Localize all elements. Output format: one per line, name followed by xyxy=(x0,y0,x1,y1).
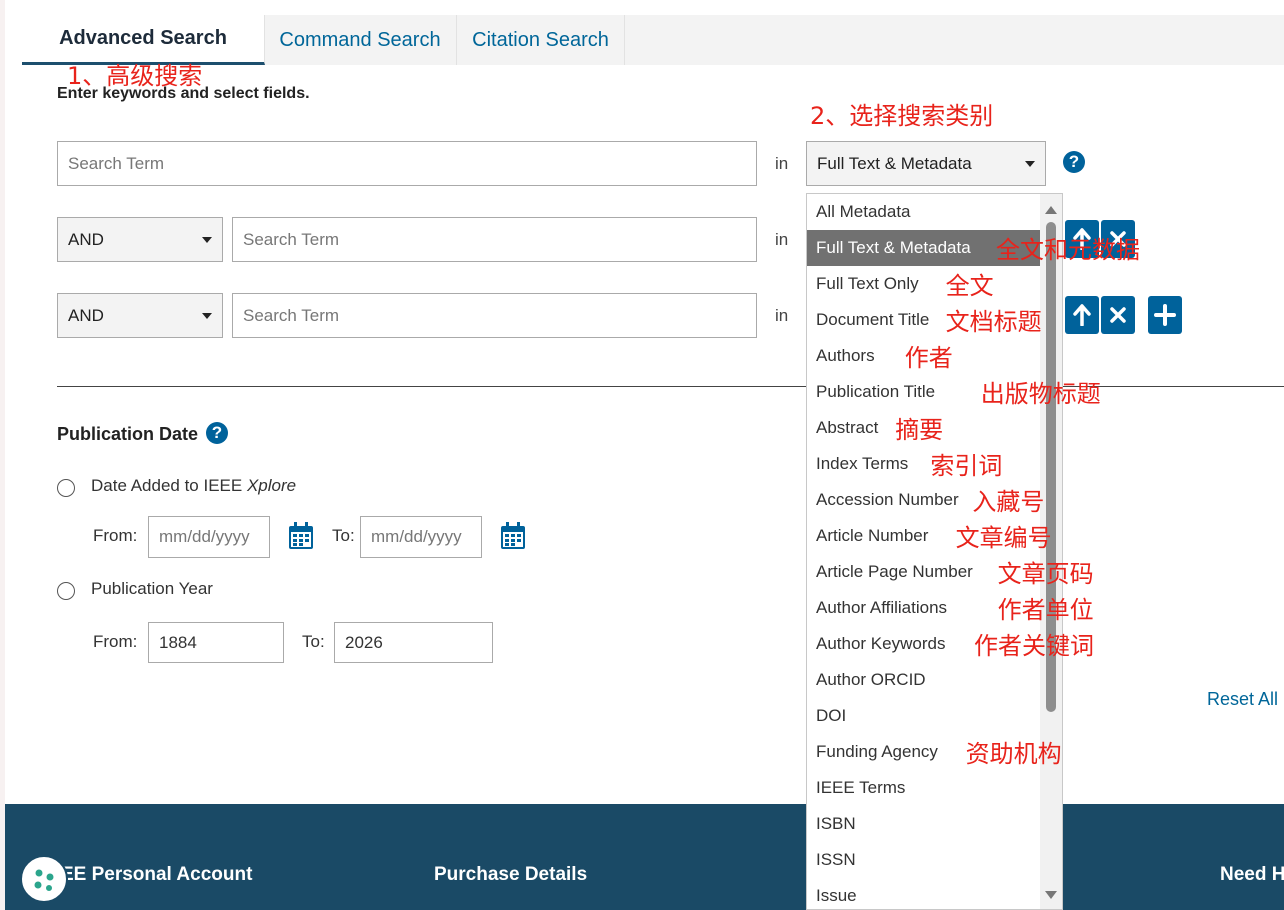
option-annotation: 出版物标题 xyxy=(980,380,1101,408)
tab-citation-search[interactable]: Citation Search xyxy=(457,15,625,65)
year-to-value: 2026 xyxy=(345,632,383,652)
option-annotation: 资助机构 xyxy=(965,740,1062,768)
search-tabs: Advanced Search Command Search Citation … xyxy=(22,15,1284,65)
to-label: To: xyxy=(302,632,325,651)
footer-need-help[interactable]: Need Help? xyxy=(1220,864,1284,886)
dropdown-option[interactable]: All Metadata xyxy=(807,194,1041,230)
date-added-label: Date Added to IEEE Xplore xyxy=(91,476,297,495)
chevron-down-icon xyxy=(202,312,212,319)
date-placeholder: mm/dd/yyyy xyxy=(159,527,250,546)
field-select-value: Full Text & Metadata xyxy=(817,153,972,173)
remove-row-button[interactable] xyxy=(1101,296,1135,334)
dropdown-option[interactable]: Index Terms xyxy=(807,446,1041,482)
dropdown-option[interactable]: DOI xyxy=(807,698,1041,734)
option-annotation: 文章页码 xyxy=(997,560,1094,588)
dropdown-option[interactable]: ISBN xyxy=(807,806,1041,842)
date-to-input[interactable]: mm/dd/yyyy xyxy=(360,516,482,558)
publication-date-title: Publication Date xyxy=(57,424,199,444)
operator-value: AND xyxy=(68,229,104,249)
dropdown-option[interactable]: ISSN xyxy=(807,842,1041,878)
date-from-input[interactable]: mm/dd/yyyy xyxy=(148,516,270,558)
publication-year-label: Publication Year xyxy=(91,579,213,598)
scroll-up-icon[interactable] xyxy=(1045,206,1057,214)
option-annotation: 全文 xyxy=(945,272,994,300)
operator-select-2[interactable]: AND xyxy=(57,217,223,262)
add-row-button[interactable] xyxy=(1148,296,1182,334)
search-term-placeholder: Search Term xyxy=(243,305,340,325)
date-added-radio[interactable] xyxy=(57,479,75,497)
footer-personal-account[interactable]: IEEE Personal Account xyxy=(43,864,252,886)
option-annotation: 入藏号 xyxy=(972,488,1045,516)
tab-command-search[interactable]: Command Search xyxy=(264,15,457,65)
chevron-down-icon xyxy=(202,236,212,243)
cookie-settings-button[interactable] xyxy=(20,855,68,903)
in-label: in xyxy=(775,230,789,249)
field-select-1[interactable]: Full Text & Metadata xyxy=(806,141,1046,186)
footer-purchase-details[interactable]: Purchase Details xyxy=(434,864,587,886)
year-to-input[interactable]: 2026 xyxy=(334,622,493,663)
footer: IEEE Personal Account Purchase Details N… xyxy=(5,804,1284,910)
option-annotation: 索引词 xyxy=(930,452,1003,480)
publication-year-radio[interactable] xyxy=(57,582,75,600)
option-annotation: 摘要 xyxy=(895,416,944,444)
in-label: in xyxy=(775,306,789,325)
operator-value: AND xyxy=(68,305,104,325)
arrow-up-icon xyxy=(1073,304,1091,326)
plus-icon xyxy=(1154,304,1176,326)
option-annotation: 作者 xyxy=(904,344,953,372)
option-annotation: 全文和元数据 xyxy=(996,236,1140,264)
scroll-down-icon[interactable] xyxy=(1045,891,1057,899)
option-annotation: 文章编号 xyxy=(955,524,1052,552)
reset-all-link[interactable]: Reset All xyxy=(1207,689,1278,710)
from-label: From: xyxy=(93,526,138,545)
dropdown-option[interactable]: Author ORCID xyxy=(807,662,1041,698)
from-label: From: xyxy=(93,632,138,651)
to-label: To: xyxy=(332,526,355,545)
help-icon[interactable]: ? xyxy=(1063,151,1085,173)
in-label: in xyxy=(775,154,789,173)
calendar-icon[interactable] xyxy=(500,522,526,550)
search-term-placeholder: Search Term xyxy=(68,153,165,173)
dropdown-option[interactable]: Issue xyxy=(807,878,1041,909)
calendar-icon[interactable] xyxy=(288,522,314,550)
search-term-input-1[interactable]: Search Term xyxy=(57,141,757,186)
operator-select-3[interactable]: AND xyxy=(57,293,223,338)
dropdown-option[interactable]: Full Text Only xyxy=(807,266,1041,302)
date-placeholder: mm/dd/yyyy xyxy=(371,527,462,546)
year-from-value: 1884 xyxy=(159,632,197,652)
year-from-input[interactable]: 1884 xyxy=(148,622,284,663)
option-annotation: 作者关键词 xyxy=(974,632,1094,660)
option-annotation: 文档标题 xyxy=(945,308,1042,336)
search-term-input-2[interactable]: Search Term xyxy=(232,217,757,262)
cookie-icon xyxy=(34,869,54,891)
option-annotation: 作者单位 xyxy=(997,596,1094,624)
close-icon xyxy=(1110,307,1126,323)
move-up-button[interactable] xyxy=(1065,296,1099,334)
search-term-placeholder: Search Term xyxy=(243,229,340,249)
dropdown-option[interactable]: IEEE Terms xyxy=(807,770,1041,806)
chevron-down-icon xyxy=(1025,160,1035,167)
help-icon[interactable]: ? xyxy=(206,422,228,444)
search-term-input-3[interactable]: Search Term xyxy=(232,293,757,338)
instructions-text: Enter keywords and select fields. xyxy=(57,85,310,102)
annotation-step2: 2、选择搜索类别 xyxy=(810,102,994,130)
page: Advanced Search Command Search Citation … xyxy=(5,0,1284,910)
